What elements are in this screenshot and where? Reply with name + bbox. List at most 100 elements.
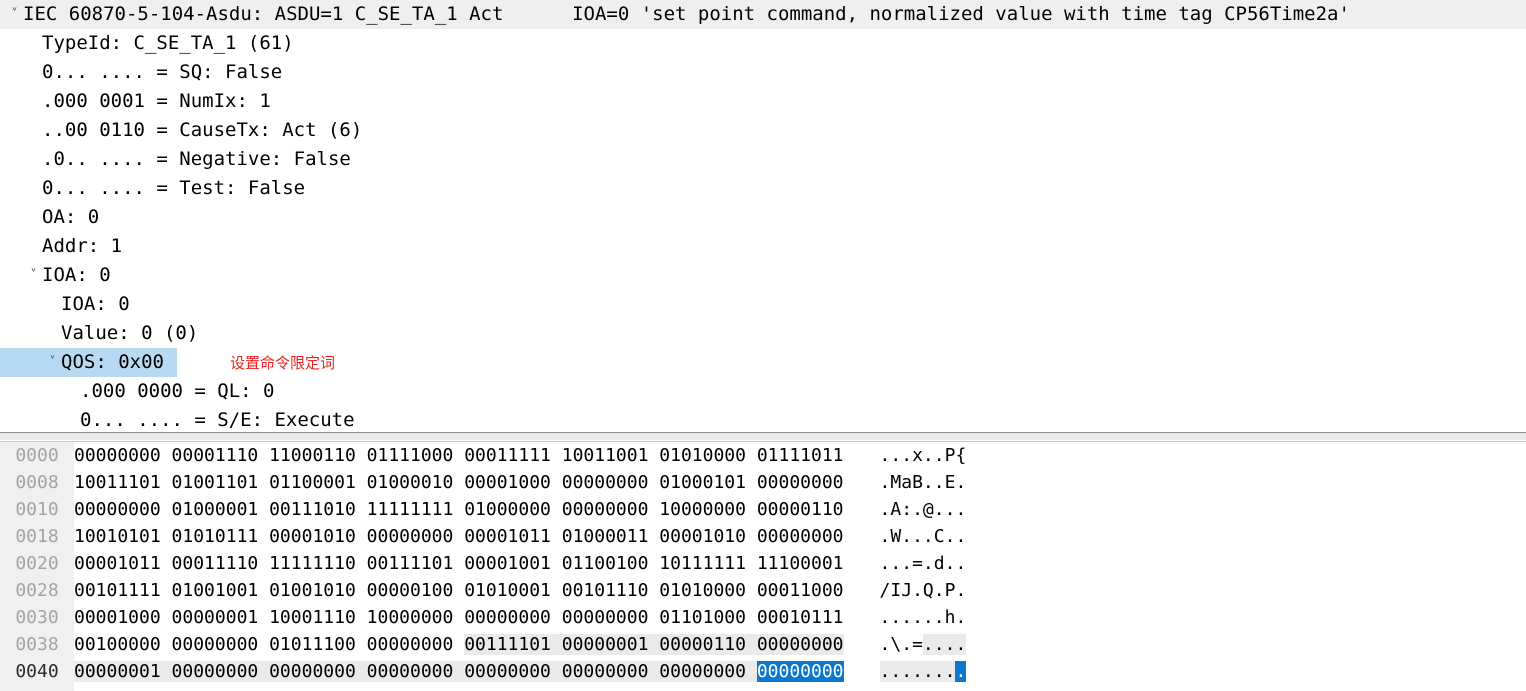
hex-ascii-char[interactable]: C bbox=[934, 526, 945, 547]
hex-ascii-char[interactable]: . bbox=[880, 472, 891, 493]
hex-ascii-char[interactable]: x bbox=[912, 445, 923, 466]
hex-byte[interactable]: 01001101 bbox=[172, 472, 259, 493]
hex-byte[interactable]: 01000001 bbox=[172, 499, 259, 520]
hex-byte[interactable]: 00001010 bbox=[659, 526, 746, 547]
hex-byte[interactable]: 01011100 bbox=[269, 634, 356, 655]
hex-byte[interactable]: 11111110 bbox=[269, 553, 356, 574]
hex-byte[interactable]: 10011101 bbox=[74, 472, 161, 493]
hex-byte[interactable]: 00000000 bbox=[464, 607, 551, 628]
hex-byte[interactable]: 00000000 bbox=[562, 499, 649, 520]
hex-dump-row[interactable]: 0010 00000000 01000001 00111010 11111111 … bbox=[0, 496, 1526, 523]
hex-ascii-char[interactable]: @ bbox=[923, 499, 934, 520]
hex-byte[interactable]: 00000110 bbox=[757, 499, 844, 520]
hex-ascii-char[interactable]: . bbox=[923, 607, 934, 628]
hex-ascii-char[interactable]: d bbox=[934, 553, 945, 574]
hex-byte[interactable]: 10001110 bbox=[269, 607, 356, 628]
detail-tree-row[interactable]: IOA: 0 bbox=[0, 290, 1526, 319]
hex-ascii-char[interactable]: B bbox=[912, 472, 923, 493]
hex-ascii-char[interactable]: . bbox=[955, 499, 966, 520]
hex-byte[interactable]: 10011001 bbox=[562, 445, 649, 466]
hex-ascii-char[interactable]: . bbox=[944, 661, 956, 682]
hex-ascii-char[interactable]: . bbox=[934, 499, 945, 520]
hex-byte[interactable]: 01000000 bbox=[464, 499, 551, 520]
hex-ascii-char[interactable]: . bbox=[945, 499, 956, 520]
hex-byte[interactable]: 00000000 bbox=[74, 499, 161, 520]
hex-byte[interactable]: 01100100 bbox=[562, 553, 649, 574]
hex-dump-row[interactable]: 0028 00101111 01001001 01001010 00000100 … bbox=[0, 577, 1526, 604]
hex-ascii-char[interactable]: . bbox=[922, 634, 934, 655]
hex-byte[interactable]: 00000000 bbox=[464, 661, 551, 682]
hex-ascii-char[interactable]: : bbox=[901, 499, 912, 520]
hex-ascii-char[interactable]: . bbox=[890, 553, 901, 574]
hex-byte[interactable]: 00001011 bbox=[74, 553, 161, 574]
hex-ascii-char[interactable]: . bbox=[901, 607, 912, 628]
hex-ascii-group[interactable]: /IJ.Q.P. bbox=[880, 577, 967, 604]
hex-ascii-char[interactable]: . bbox=[912, 607, 923, 628]
hex-ascii-char[interactable]: E bbox=[945, 472, 956, 493]
hex-ascii-char[interactable]: . bbox=[880, 499, 891, 520]
hex-ascii-char[interactable]: = bbox=[912, 634, 923, 655]
hex-byte[interactable]: 00001000 bbox=[74, 607, 161, 628]
splitter-grip[interactable] bbox=[0, 433, 1526, 440]
hex-ascii-group[interactable]: ......h. bbox=[880, 604, 967, 631]
detail-tree-row[interactable]: .000 0001 = NumIx: 1 bbox=[0, 87, 1526, 116]
hex-ascii-char[interactable]: A bbox=[890, 499, 901, 520]
hex-ascii-char[interactable]: . bbox=[923, 472, 934, 493]
hex-byte[interactable]: 01100001 bbox=[269, 472, 356, 493]
hex-dump-row[interactable]: 0030 00001000 00000001 10001110 10000000 … bbox=[0, 604, 1526, 631]
hex-byte[interactable]: 10000000 bbox=[367, 607, 454, 628]
hex-ascii-char[interactable]: \ bbox=[890, 634, 901, 655]
hex-ascii-char[interactable]: . bbox=[901, 661, 913, 682]
hex-ascii-group[interactable]: ...x..P{ bbox=[880, 442, 967, 469]
hex-byte[interactable]: 00111010 bbox=[269, 499, 356, 520]
hex-byte[interactable]: 00101110 bbox=[562, 580, 649, 601]
hex-byte[interactable]: 00111101 bbox=[367, 553, 454, 574]
hex-byte[interactable]: 00000110 bbox=[659, 634, 746, 655]
hex-byte[interactable]: 00001001 bbox=[464, 553, 551, 574]
hex-dump-row[interactable]: 0008 10011101 01001101 01100001 01000010 … bbox=[0, 469, 1526, 496]
hex-ascii-char[interactable]: . bbox=[922, 661, 934, 682]
hex-ascii-char[interactable]: . bbox=[955, 526, 966, 547]
hex-byte[interactable]: 11100001 bbox=[757, 553, 844, 574]
hex-dump-row[interactable]: 0040 00000001 00000000 00000000 00000000 … bbox=[0, 658, 1526, 685]
hex-byte[interactable]: 01111011 bbox=[757, 445, 844, 466]
hex-byte[interactable]: 00011110 bbox=[172, 553, 259, 574]
hex-ascii-char[interactable]: . bbox=[955, 580, 966, 601]
hex-ascii-char[interactable]: . bbox=[901, 526, 912, 547]
hex-ascii-char[interactable]: . bbox=[890, 661, 902, 682]
hex-byte[interactable]: 01001001 bbox=[172, 580, 259, 601]
hex-byte[interactable]: 00000001 bbox=[172, 607, 259, 628]
hex-byte[interactable]: 10111111 bbox=[659, 553, 746, 574]
hex-ascii-group[interactable]: ........ bbox=[879, 658, 967, 685]
hex-ascii-char[interactable]: = bbox=[912, 553, 923, 574]
hex-byte[interactable]: 00000000 bbox=[757, 526, 844, 547]
hex-ascii-group[interactable]: ...=.d.. bbox=[880, 550, 967, 577]
hex-ascii-char[interactable]: . bbox=[955, 634, 967, 655]
detail-tree-row[interactable]: ..00 0110 = CauseTx: Act (6) bbox=[0, 116, 1526, 145]
hex-byte[interactable]: 01000011 bbox=[562, 526, 649, 547]
hex-ascii-char[interactable]: . bbox=[923, 553, 934, 574]
hex-ascii-char[interactable]: . bbox=[890, 607, 901, 628]
chevron-down-icon[interactable]: ˅ bbox=[25, 261, 42, 290]
hex-ascii-char[interactable]: J bbox=[901, 580, 912, 601]
detail-tree-row[interactable]: .0.. .... = Negative: False bbox=[0, 145, 1526, 174]
hex-byte[interactable]: 00000000 bbox=[171, 661, 259, 682]
hex-byte[interactable]: 10010101 bbox=[74, 526, 161, 547]
hex-ascii-char[interactable]: . bbox=[880, 607, 891, 628]
hex-byte[interactable]: 10000000 bbox=[659, 499, 746, 520]
detail-tree-row[interactable]: ˅ IEC 60870-5-104-Asdu: ASDU=1 C_SE_TA_1 … bbox=[0, 0, 1526, 29]
hex-ascii-char[interactable]: . bbox=[944, 634, 956, 655]
hex-byte[interactable]: 00100000 bbox=[74, 634, 161, 655]
hex-byte-group[interactable]: 00001000 00000001 10001110 10000000 0000… bbox=[74, 604, 844, 631]
detail-tree-row[interactable]: .000 0000 = QL: 0 bbox=[0, 377, 1526, 406]
hex-byte[interactable]: 00000000 bbox=[659, 661, 746, 682]
hex-byte[interactable]: 00000000 bbox=[756, 634, 844, 655]
hex-byte[interactable]: 00000000 bbox=[367, 634, 454, 655]
hex-ascii-group[interactable]: .\.=.... bbox=[880, 631, 967, 658]
hex-ascii-char[interactable]: . bbox=[880, 445, 891, 466]
hex-ascii-char[interactable]: h bbox=[945, 607, 956, 628]
hex-ascii-char[interactable]: . bbox=[901, 553, 912, 574]
hex-dump-row[interactable]: 0018 10010101 01010111 00001010 00000000 … bbox=[0, 523, 1526, 550]
hex-ascii-char[interactable]: . bbox=[890, 445, 901, 466]
hex-byte[interactable]: 00001011 bbox=[464, 526, 551, 547]
